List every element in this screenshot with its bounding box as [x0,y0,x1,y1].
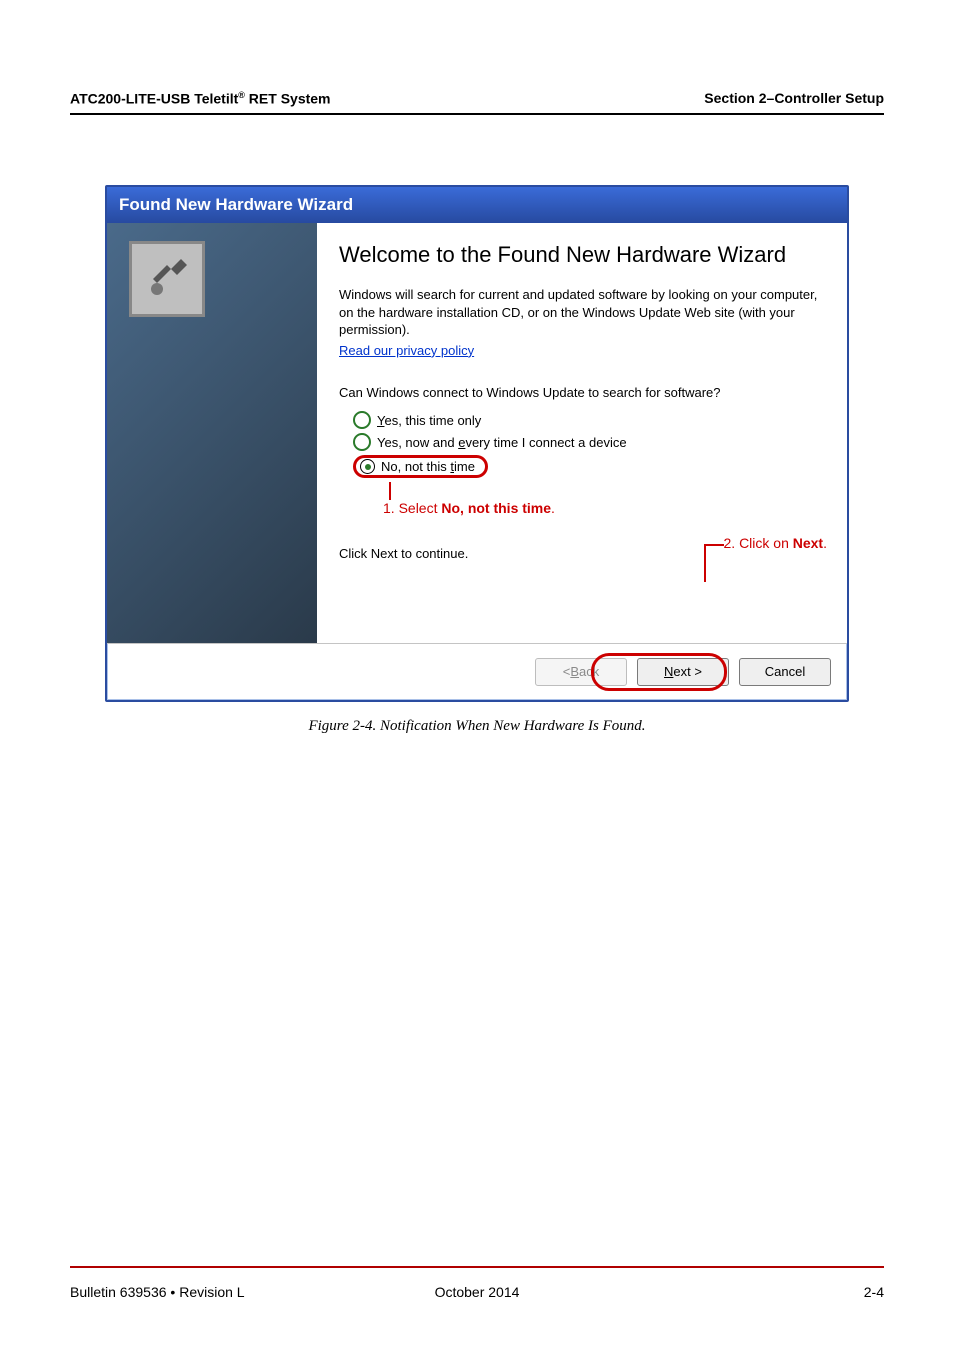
figure-caption: Figure 2-4. Notification When New Hardwa… [70,718,884,735]
radio-icon-selected [360,459,375,474]
wizard-button-bar: < Back Next > Cancel [107,643,847,700]
radio-yes-once[interactable]: Yes, this time only [353,411,827,429]
annotation-ellipse-1: No, not this time [353,455,488,478]
header-left-suffix: RET System [245,91,331,107]
header-left: ATC200-LITE-USB Teletilt® RET System [70,90,331,107]
wizard-body: Welcome to the Found New Hardware Wizard… [107,223,847,643]
hardware-icon [129,241,205,317]
header-right: Section 2–Controller Setup [704,90,884,107]
wizard-titlebar: Found New Hardware Wizard [107,187,847,223]
annotation-connector [389,482,827,500]
cancel-button[interactable]: Cancel [739,658,831,686]
registered-mark: ® [238,90,245,100]
back-button: < Back [535,658,627,686]
wizard-content: Welcome to the Found New Hardware Wizard… [317,223,847,643]
wizard-heading: Welcome to the Found New Hardware Wizard [339,241,827,269]
click-next-text: Click Next to continue. [339,546,468,561]
annotation-connector-2 [704,544,724,582]
radio-icon [353,433,371,451]
radio-label: No, not this time [381,459,475,474]
next-button[interactable]: Next > [637,658,729,686]
wizard-side-image [107,223,317,643]
radio-yes-always[interactable]: Yes, now and every time I connect a devi… [353,433,827,451]
annotation-1: 1. Select No, not this time. [383,500,827,516]
radio-no[interactable]: No, not this time [353,455,827,478]
click-next-row: Click Next to continue. 2. Click on Next… [339,534,827,572]
footer-rule [70,1266,884,1268]
annotation-2: 2. Click on Next. [724,535,828,551]
wizard-window: Found New Hardware Wizard Welcome to the… [105,185,849,702]
header-left-product: ATC200-LITE-USB Teletilt [70,91,238,107]
footer-center: October 2014 [70,1284,884,1300]
page-footer: Bulletin 639536 • Revision L October 201… [70,1284,884,1300]
radio-label: Yes, this time only [377,413,481,428]
wizard-question: Can Windows connect to Windows Update to… [339,384,827,402]
radio-group: Yes, this time only Yes, now and every t… [353,411,827,516]
privacy-policy-link[interactable]: Read our privacy policy [339,343,474,358]
page-header: ATC200-LITE-USB Teletilt® RET System Sec… [70,90,884,115]
radio-label: Yes, now and every time I connect a devi… [377,435,627,450]
wizard-paragraph: Windows will search for current and upda… [339,286,827,339]
radio-icon [353,411,371,429]
